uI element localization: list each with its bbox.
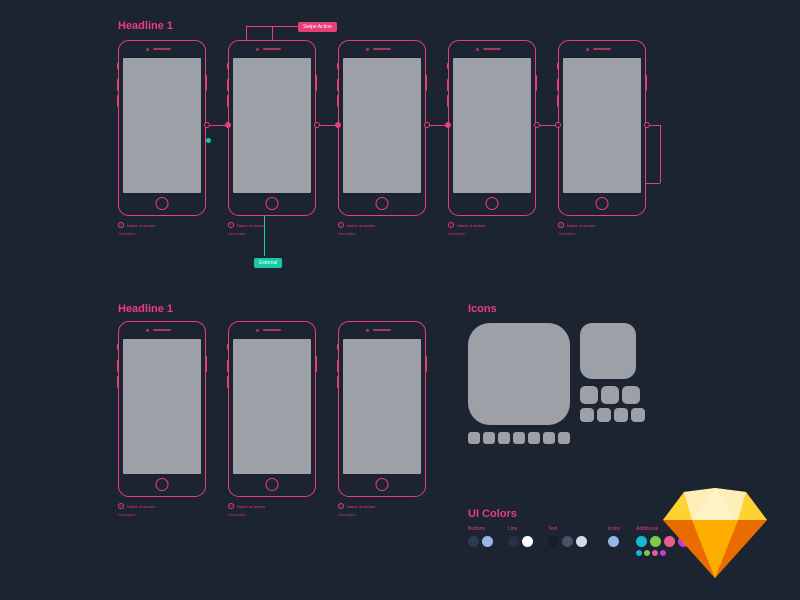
screen-caption: iName of screenDescription — [118, 222, 155, 236]
info-icon: i — [118, 222, 124, 228]
phone-frame — [558, 40, 646, 216]
app-icon-small — [622, 386, 640, 404]
home-button-icon — [376, 478, 389, 491]
flow-connector-teal — [264, 216, 265, 256]
flow-node — [644, 122, 650, 128]
app-icon-tiny — [498, 432, 510, 444]
screen-caption: iName of screenDescription — [228, 503, 265, 517]
color-swatch — [508, 536, 519, 547]
headline-colors: UI Colors — [468, 508, 517, 520]
phone-frame — [448, 40, 536, 216]
app-icon-tiny — [597, 408, 611, 422]
phone-frame — [228, 40, 316, 216]
screen-caption: iName of screenDescription — [338, 222, 375, 236]
app-icon-tiny — [558, 432, 570, 444]
headline-row-2: Headline 1 — [118, 303, 173, 315]
app-icon-tiny — [483, 432, 495, 444]
screen-placeholder — [343, 339, 421, 474]
info-icon: i — [338, 222, 344, 228]
home-button-icon — [486, 197, 499, 210]
info-icon: i — [338, 503, 344, 509]
screen-caption: iName of screenDescription — [448, 222, 485, 236]
color-swatch — [522, 536, 533, 547]
flow-node — [424, 122, 430, 128]
flow-node — [555, 122, 561, 128]
app-icon-small — [601, 386, 619, 404]
app-icon-tiny — [614, 408, 628, 422]
info-icon: i — [228, 503, 234, 509]
app-icon-large — [468, 323, 570, 425]
color-swatch — [468, 536, 479, 547]
flow-node — [445, 122, 451, 128]
app-icon-tiny — [513, 432, 525, 444]
app-icon-tiny — [580, 408, 594, 422]
flow-connector — [646, 183, 660, 184]
swatch-group-buttons: Buttons — [468, 526, 493, 547]
screen-caption: iName of screenDescription — [338, 503, 375, 517]
phone-frame — [118, 321, 206, 497]
screen-placeholder — [563, 58, 641, 193]
screen-caption: iName of screenDescription — [558, 222, 595, 236]
flow-connector — [272, 26, 273, 40]
phone-frame — [228, 321, 316, 497]
phone-frame — [338, 321, 426, 497]
color-swatch — [636, 550, 642, 556]
external-pill: External — [254, 258, 282, 268]
swatch-group-icons: Icons — [608, 526, 620, 547]
screen-placeholder — [343, 58, 421, 193]
flow-node — [225, 122, 231, 128]
app-icon-tiny — [631, 408, 645, 422]
info-icon: i — [558, 222, 564, 228]
headline-icons: Icons — [468, 303, 497, 315]
color-swatch — [608, 536, 619, 547]
flow-node — [534, 122, 540, 128]
wireframe-canvas: Headline 1 Headline 1 Icons UI Colors iN… — [0, 0, 800, 600]
app-icon-small — [580, 386, 598, 404]
screen-placeholder — [453, 58, 531, 193]
app-icon-medium — [580, 323, 636, 379]
app-icon-tiny — [528, 432, 540, 444]
action-pill: Swipe Action — [298, 22, 337, 32]
color-swatch — [636, 536, 647, 547]
info-icon: i — [448, 222, 454, 228]
color-swatch — [652, 550, 658, 556]
screen-placeholder — [123, 58, 201, 193]
headline-row-1: Headline 1 — [118, 20, 173, 32]
screen-caption: iName of screenDescription — [228, 222, 265, 236]
sketch-logo-icon — [660, 482, 770, 582]
info-icon: i — [228, 222, 234, 228]
app-icon-tiny — [468, 432, 480, 444]
flow-node — [204, 122, 210, 128]
info-icon: i — [118, 503, 124, 509]
flow-connector — [246, 26, 298, 27]
flow-node-teal — [206, 138, 211, 143]
color-swatch — [576, 536, 587, 547]
home-button-icon — [376, 197, 389, 210]
screen-placeholder — [233, 58, 311, 193]
color-swatch — [644, 550, 650, 556]
flow-node — [335, 122, 341, 128]
home-button-icon — [266, 197, 279, 210]
color-swatch — [482, 536, 493, 547]
phone-frame — [338, 40, 426, 216]
home-button-icon — [156, 197, 169, 210]
home-button-icon — [596, 197, 609, 210]
screen-caption: iName of screenDescription — [118, 503, 155, 517]
screen-placeholder — [233, 339, 311, 474]
app-icon-tiny — [543, 432, 555, 444]
color-swatch — [562, 536, 573, 547]
flow-connector — [660, 125, 661, 183]
color-swatch — [548, 536, 559, 547]
flow-node — [314, 122, 320, 128]
home-button-icon — [266, 478, 279, 491]
phone-frame — [118, 40, 206, 216]
swatch-group-text: Text — [548, 526, 587, 547]
home-button-icon — [156, 478, 169, 491]
flow-connector — [246, 26, 247, 40]
swatch-group-line: Line — [508, 526, 533, 547]
screen-placeholder — [123, 339, 201, 474]
